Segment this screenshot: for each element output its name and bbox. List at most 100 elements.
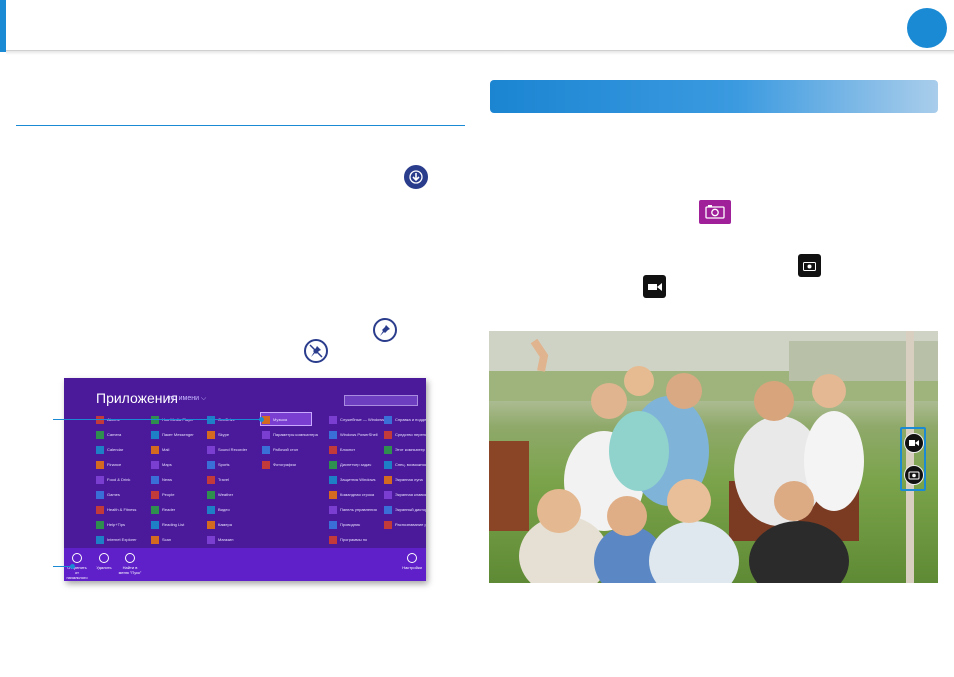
app-list-item[interactable]: Экранный диктор <box>384 504 426 515</box>
app-name: Фотографии <box>273 462 296 467</box>
settings-label: Настройки <box>402 565 422 570</box>
callout-line-1 <box>53 419 263 420</box>
app-name: Windows PowerShell <box>340 432 378 437</box>
app-tile-icon <box>151 535 159 544</box>
group-photo-illustration <box>489 331 938 583</box>
app-tile-icon <box>151 445 159 454</box>
download-circle-icon <box>404 165 428 189</box>
app-tile-icon <box>262 445 270 454</box>
app-name: Help+Tips <box>107 522 125 527</box>
app-list-item[interactable]: Камера <box>207 519 232 530</box>
app-list-item[interactable]: Рабочий стол <box>262 444 298 455</box>
app-list-item[interactable]: Reading List <box>151 519 184 530</box>
app-list-item[interactable]: Этот компьютер <box>384 444 425 455</box>
app-list-item[interactable]: Games <box>96 489 120 500</box>
app-list-item[interactable]: People <box>151 489 174 500</box>
app-list-item[interactable]: Магазин <box>207 534 233 545</box>
app-list-item[interactable]: Maps <box>151 459 172 470</box>
app-list-item[interactable]: Программы по <box>329 534 367 545</box>
app-list-item[interactable]: Защитник Windows <box>329 474 376 485</box>
find-button[interactable] <box>125 553 135 563</box>
app-tile-icon <box>96 475 104 484</box>
app-list-item[interactable]: Панель управления <box>329 504 377 515</box>
app-name: Skype <box>218 432 230 437</box>
app-list-item[interactable]: News <box>151 474 172 485</box>
photo-button[interactable] <box>904 465 924 485</box>
app-name: Спец. возможности <box>395 462 426 467</box>
app-name: Экранная лупа <box>395 477 423 482</box>
app-name: Музыка <box>273 417 288 422</box>
app-tile-icon <box>329 415 337 424</box>
app-bar: Открепить от начального экрана Удалить Н… <box>64 548 426 581</box>
app-list-item[interactable]: Командная строка <box>329 489 374 500</box>
app-tile-icon <box>384 490 392 499</box>
app-tile-icon <box>384 460 392 469</box>
app-list-item[interactable]: Finance <box>96 459 121 470</box>
app-list-item[interactable]: Food & Drink <box>96 474 130 485</box>
app-name: Mail <box>162 447 170 452</box>
app-tile-icon <box>96 535 104 544</box>
app-list-item[interactable]: Health & Fitness <box>96 504 136 515</box>
app-name: Weather <box>218 492 234 497</box>
apps-sort-dropdown[interactable]: по имени ⌵ <box>169 395 206 403</box>
app-name: Блокнот <box>340 447 356 452</box>
app-list-item[interactable]: Calendar <box>96 444 123 455</box>
settings-button[interactable] <box>407 553 417 563</box>
app-list-item[interactable]: Help+Tips <box>96 519 125 530</box>
app-tile-icon <box>329 445 337 454</box>
app-name: Защитник Windows <box>340 477 376 482</box>
app-list-item[interactable]: Пакет Messenger <box>151 429 194 440</box>
app-list-item[interactable]: Sound Recorder <box>207 444 247 455</box>
app-tile-icon <box>207 475 215 484</box>
app-list-item[interactable]: Видео <box>207 504 230 515</box>
app-name: Calendar <box>107 447 124 452</box>
app-name: Экранный диктор <box>395 507 426 512</box>
app-list-item[interactable]: Диспетчер задач <box>329 459 371 470</box>
app-list-item[interactable]: Skype <box>207 429 229 440</box>
unpin-button[interactable] <box>72 553 82 563</box>
app-list-item[interactable]: Экранная клавиатура <box>384 489 426 500</box>
delete-button[interactable] <box>99 553 109 563</box>
app-list-item[interactable]: Параметры компьютера <box>262 429 318 440</box>
app-tile-icon <box>384 475 392 484</box>
app-list-item[interactable]: Справка и поддержка <box>384 414 426 425</box>
unpin-icon <box>304 339 328 363</box>
app-tile-icon <box>96 505 104 514</box>
app-tile-icon <box>207 445 215 454</box>
app-list-item[interactable]: Проводник <box>329 519 360 530</box>
app-list-item[interactable]: Распознавание речи Windows <box>384 519 426 530</box>
app-list-item[interactable]: Windows PowerShell <box>329 429 378 440</box>
app-list-item[interactable]: Sports <box>207 459 230 470</box>
app-list-item[interactable]: Служебные — Windows <box>329 414 384 425</box>
app-tile-icon <box>329 475 337 484</box>
video-button[interactable] <box>904 433 924 453</box>
app-list-item[interactable]: Scan <box>151 534 171 545</box>
app-list-item[interactable]: Спец. возможности <box>384 459 426 470</box>
apps-search-input[interactable] <box>344 395 418 406</box>
app-tile-icon <box>151 460 159 469</box>
app-name: Health & Fitness <box>107 507 137 512</box>
app-tile-icon <box>151 505 159 514</box>
app-tile-icon <box>384 415 392 424</box>
app-name: Диспетчер задач <box>340 462 372 467</box>
app-list-item[interactable]: Музыка <box>262 414 287 425</box>
app-list-item[interactable]: Средство переноса данн <box>384 429 426 440</box>
app-list-item[interactable]: Weather <box>207 489 233 500</box>
app-list-item[interactable]: Фотографии <box>262 459 296 470</box>
app-name: Проводник <box>340 522 361 527</box>
apps-title: Приложения <box>96 390 178 406</box>
app-list-item[interactable]: Internet Explorer <box>96 534 137 545</box>
app-list-item[interactable]: Camera <box>96 429 121 440</box>
app-list-item[interactable]: Экранная лупа <box>384 474 423 485</box>
delete-label: Удалить <box>96 565 112 570</box>
app-list-item[interactable]: Reader <box>151 504 175 515</box>
app-name: Этот компьютер <box>395 447 425 452</box>
app-list-item[interactable]: Travel <box>207 474 229 485</box>
app-tile-icon <box>329 460 337 469</box>
app-tile-icon <box>262 460 270 469</box>
app-name: Maps <box>162 462 172 467</box>
app-list-item[interactable]: Блокнот <box>329 444 355 455</box>
app-list-item[interactable]: Mail <box>151 444 169 455</box>
app-name: Видео <box>218 507 230 512</box>
app-name: News <box>162 477 173 482</box>
